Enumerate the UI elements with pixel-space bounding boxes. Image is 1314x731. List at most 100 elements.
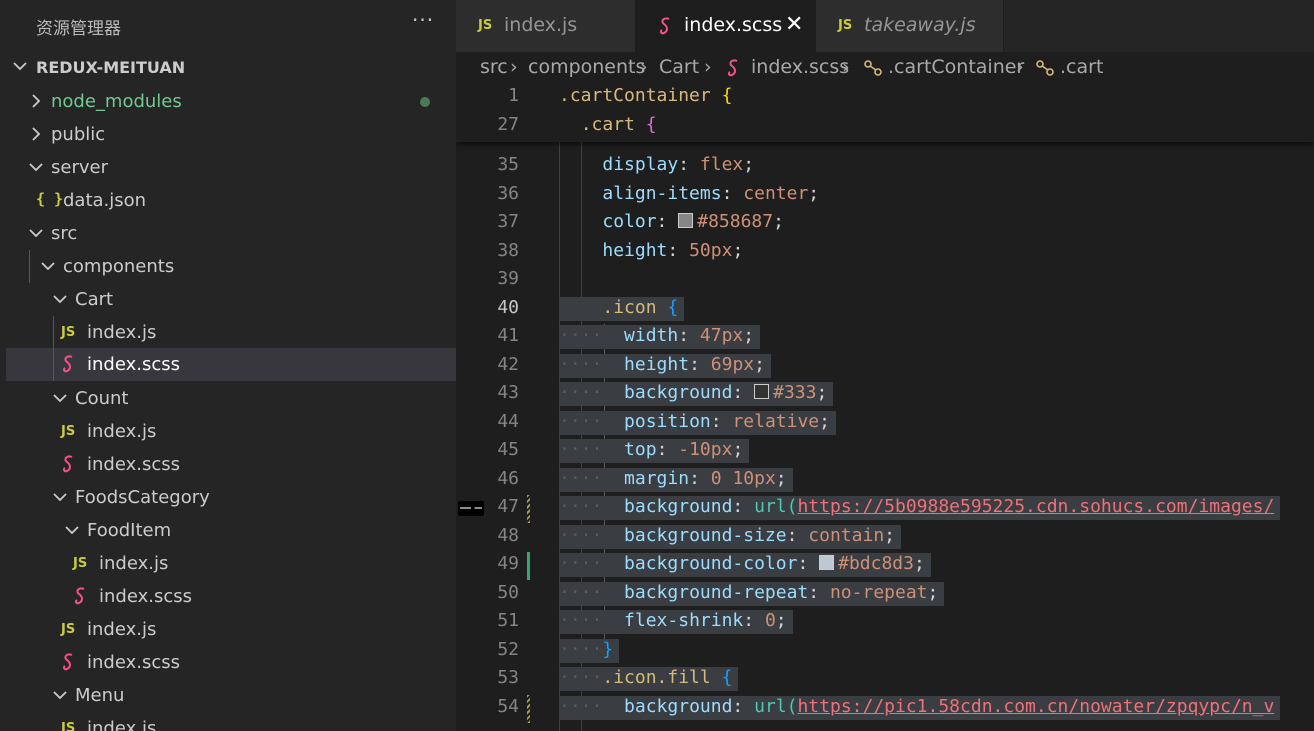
modified-gutter-marker[interactable] xyxy=(527,695,530,723)
selector-icon xyxy=(1034,58,1056,78)
code-line[interactable]: 52 ····} xyxy=(456,638,1314,666)
code-token xyxy=(602,325,625,346)
sticky-line[interactable]: 27 .cart { xyxy=(456,113,1314,142)
tree-file-cart-index-js[interactable]: JS index.js xyxy=(6,316,456,349)
code-token: height xyxy=(624,354,690,375)
tree-folder-cart[interactable]: Cart xyxy=(6,283,456,316)
code-token: { xyxy=(645,114,657,135)
tree-file-data-json[interactable]: { } data.json xyxy=(6,184,456,217)
code-token xyxy=(602,382,625,403)
code-line[interactable]: 36 align-items: center; xyxy=(456,182,1314,210)
tree-folder-components[interactable]: components xyxy=(6,250,456,283)
code-token: ···· xyxy=(559,354,603,375)
breadcrumb-item[interactable]: index.scss xyxy=(751,56,849,78)
code-token: flex xyxy=(699,154,744,175)
breadcrumb-item[interactable]: .cartContainer xyxy=(888,56,1024,78)
code-line-active[interactable]: 40 .icon { xyxy=(456,296,1314,324)
code-token: url( xyxy=(754,496,798,517)
code-line[interactable]: 42 ···· height: 69px; xyxy=(456,353,1314,381)
code-line[interactable]: 38 height: 50px; xyxy=(456,239,1314,267)
chevron-right-icon: › xyxy=(510,56,518,78)
code-line[interactable]: 46 ···· margin: 0 10px; xyxy=(456,467,1314,495)
tree-file-fooditem-index-js[interactable]: JS index.js xyxy=(6,547,456,580)
code-line[interactable]: 35 display: flex; xyxy=(456,153,1314,181)
breadcrumb-item[interactable]: Cart xyxy=(659,56,699,78)
code-token: ···· xyxy=(559,411,603,432)
code-token: { xyxy=(721,86,733,106)
code-line[interactable]: ═══ ══ 47 ···· background: url(https://5… xyxy=(456,495,1314,523)
code-token: ···· xyxy=(559,696,603,717)
tree-folder-count[interactable]: Count xyxy=(6,382,456,415)
line-code: ···· background-color: #bdc8d3; xyxy=(559,553,931,577)
code-token xyxy=(602,468,625,489)
tab-takeaway-js[interactable]: JS takeaway.js xyxy=(816,0,1004,52)
code-token: ; xyxy=(775,468,787,489)
line-number: 43 xyxy=(497,382,519,403)
ellipsis-icon[interactable]: ··· xyxy=(412,8,434,32)
code-line[interactable]: 51 ···· flex-shrink: 0; xyxy=(456,609,1314,637)
tree-file-count-index-scss[interactable]: index.scss xyxy=(6,448,456,481)
close-icon[interactable]: ✕ xyxy=(785,12,803,37)
line-number: 35 xyxy=(497,154,519,175)
sass-icon xyxy=(73,586,89,606)
code-line[interactable]: 53 ····.icon.fill { xyxy=(456,666,1314,694)
line-code: ····} xyxy=(559,639,620,663)
line-number: 49 xyxy=(497,553,519,574)
sticky-line[interactable]: 1 .cartContainer { xyxy=(456,86,1314,113)
tree-folder-foodscategory[interactable]: FoodsCategory xyxy=(6,481,456,514)
tab-index-scss[interactable]: index.scss ✕ xyxy=(636,0,816,52)
chevron-right-icon xyxy=(28,91,44,111)
code-token: ···· xyxy=(559,382,603,403)
code-token: #333 xyxy=(773,382,817,403)
tree-folder-fooditem[interactable]: FoodItem xyxy=(6,514,456,547)
code-line[interactable]: 44 ···· position: relative; xyxy=(456,410,1314,438)
js-icon: JS xyxy=(61,325,76,340)
tree-file-menu-index-js[interactable]: JS index.js xyxy=(6,712,456,731)
tree-file-cart-index-scss[interactable]: index.scss xyxy=(6,348,456,381)
code-token: ···· xyxy=(559,468,603,489)
code-line[interactable]: 41 ···· width: 47px; xyxy=(456,324,1314,352)
editor-tab-bar: JS index.js index.scss ✕ JS takeaway.js xyxy=(456,0,1314,52)
tree-file-foodscategory-index-scss[interactable]: index.scss xyxy=(6,646,456,679)
code-line[interactable]: 43 ···· background: #333; xyxy=(456,381,1314,409)
tree-file-foodscategory-index-js[interactable]: JS index.js xyxy=(6,613,456,646)
code-token: : xyxy=(808,582,830,603)
tree-folder-server[interactable]: server xyxy=(6,151,456,184)
code-editor[interactable]: 1 .cartContainer { 27 .cart { 34 border-… xyxy=(456,86,1314,731)
code-line[interactable]: 39 xyxy=(456,267,1314,295)
breadcrumb-item[interactable]: .cart xyxy=(1060,56,1103,78)
code-line[interactable]: 45 ···· top: -10px; xyxy=(456,438,1314,466)
tree-file-fooditem-index-scss[interactable]: index.scss xyxy=(6,580,456,613)
line-code: ···· background-repeat: no-repeat; xyxy=(559,582,945,606)
added-gutter-marker[interactable] xyxy=(527,552,530,580)
modified-gutter-marker[interactable] xyxy=(527,495,530,523)
chevron-right-icon: › xyxy=(842,56,850,78)
tree-file-count-index-js[interactable]: JS index.js xyxy=(6,415,456,448)
breadcrumb-item[interactable]: components xyxy=(528,56,645,78)
code-line[interactable]: 54 ···· background: url(https://pic1.58c… xyxy=(456,695,1314,723)
json-icon: { } xyxy=(36,190,64,208)
tab-index-js[interactable]: JS index.js xyxy=(456,0,636,52)
line-number: 44 xyxy=(497,411,519,432)
code-token xyxy=(602,496,625,517)
workspace-root[interactable]: REDUX-MEITUAN xyxy=(0,54,456,82)
tree-folder-public[interactable]: public xyxy=(6,118,456,151)
code-line[interactable]: 37 color: #858687; xyxy=(456,210,1314,238)
chevron-down-icon xyxy=(38,256,58,276)
code-token: : xyxy=(689,354,711,375)
chevron-down-icon xyxy=(10,56,30,76)
tree-item-label: data.json xyxy=(63,190,147,211)
tree-item-label: index.js xyxy=(99,553,169,574)
tree-folder-src[interactable]: src xyxy=(6,217,456,250)
tree-folder-menu[interactable]: Menu xyxy=(6,679,456,712)
code-line[interactable]: 48 ···· background-size: contain; xyxy=(456,524,1314,552)
code-token: : xyxy=(656,439,679,460)
code-line[interactable]: 50 ···· background-repeat: no-repeat; xyxy=(456,581,1314,609)
sass-icon xyxy=(61,652,77,672)
code-line[interactable]: 49 ···· background-color: #bdc8d3; xyxy=(456,552,1314,580)
js-icon: JS xyxy=(61,424,76,439)
sass-icon xyxy=(61,454,77,474)
breadcrumb-item[interactable]: src xyxy=(480,56,508,78)
tree-folder-node-modules[interactable]: node_modules xyxy=(6,85,456,118)
code-token: background xyxy=(624,696,733,717)
